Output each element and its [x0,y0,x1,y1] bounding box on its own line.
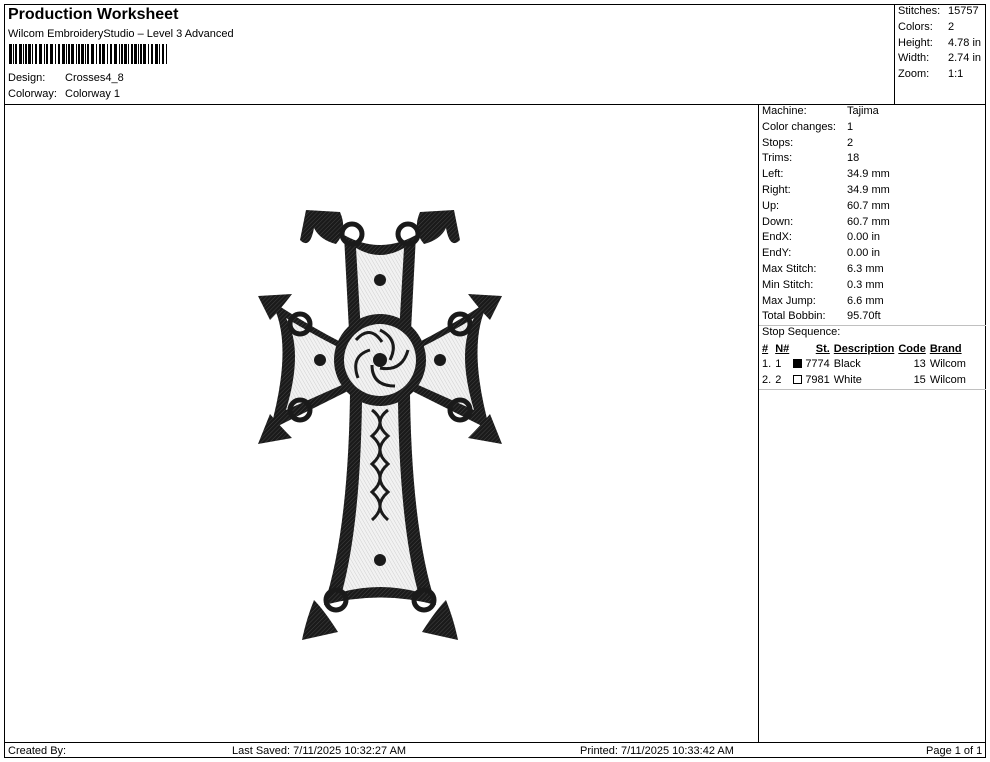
col-st: St. [815,342,830,355]
created-by: Created By: [8,745,67,757]
table-row: 2. 2 7981 White 15 Wilcom [762,373,966,386]
col-n: N# [775,342,790,355]
stat-stops: Stops: 2 [762,136,854,149]
stat-color-changes: Color changes: 1 [762,120,854,133]
design-row: Design: Crosses4_8 [8,72,124,84]
stat-endx: EndX: 0.00 in [762,231,881,244]
colorway-value: Colorway 1 [65,88,121,100]
summary-divider [894,4,895,104]
barcode [9,44,167,64]
embroidery-cross-design [258,210,502,640]
summary-panel: Stitches: 15757 Colors: 2 Height: 4.78 in W… [898,5,981,84]
stat-max-stitch: Max Stitch: 6.3 mm [762,262,884,275]
stat-up: Up: 60.7 mm [762,199,890,212]
colorway-label: Colorway: [8,88,57,100]
last-saved: Last Saved: 7/11/2025 10:32:27 AM [232,745,407,757]
summary-stitches: Stitches: 15757 [898,5,979,17]
summary-width: Width: 2.74 in [898,52,982,65]
color-swatch [793,374,803,384]
stat-endy: EndY: 0.00 in [762,247,881,260]
stat-machine: Machine: Tajima [762,105,879,117]
stat-trims: Trims: 18 [762,152,860,165]
design-label: Design: [8,72,46,84]
summary-height: Height: 4.78 in [898,36,982,49]
col-brand: Brand [929,342,962,355]
col-description: Description [833,342,895,355]
stop-sequence-table: # N# St. Description Code Brand 1. 1 777… [760,341,968,388]
col-code: Code [898,342,926,355]
footer-divider [4,742,986,743]
color-swatch [793,359,803,369]
stat-down: Down: 60.7 mm [762,215,890,228]
design-value: Crosses4_8 [65,72,124,84]
stats-divider [758,104,759,742]
summary-colors: Colors: 2 [898,20,955,33]
stat-left: Left: 34.9 mm [762,168,890,181]
table-header-row: # N# St. Description Code Brand [760,341,968,357]
stop-sequence-title: Stop Sequence: [762,326,841,338]
table-bottom-separator [759,389,986,390]
colorway-row: Colorway: Colorway 1 [8,88,120,100]
stat-max-jump: Max Jump: 6.6 mm [762,294,884,307]
stat-total-bobbin: Total Bobbin: 95.70ft [762,310,881,323]
printed-date: Printed: 7/11/2025 10:33:42 AM [580,745,734,757]
table-row: 1. 1 7774 Black 13 Wilcom [762,358,966,371]
page-number: Page 1 of 1 [926,745,983,757]
machine-stats: Machine: Tajima Color changes: 1 Stops: 2 T… [762,105,890,326]
stat-right: Right: 34.9 mm [762,183,890,196]
stat-min-stitch: Min Stitch: 0.3 mm [762,278,884,291]
col-num: # [762,342,769,355]
software-name: Wilcom EmbroideryStudio – Level 3 Advanc… [8,28,234,40]
summary-zoom: Zoom: 1:1 [898,68,964,81]
page-title: Production Worksheet [8,6,179,23]
